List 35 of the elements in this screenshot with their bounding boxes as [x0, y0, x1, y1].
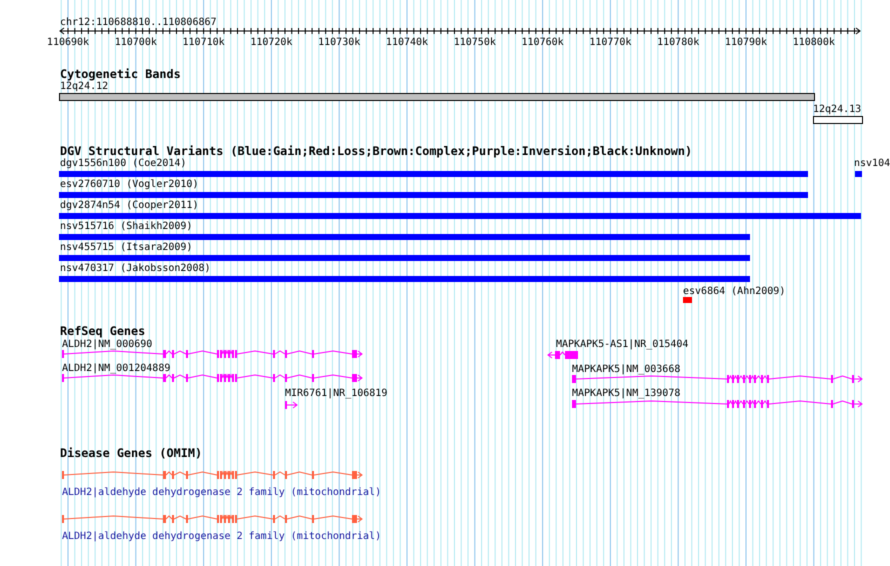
gene-label: MIR6761|NR_106819: [285, 388, 388, 399]
ruler-tick-label: 110740k: [386, 37, 428, 48]
ruler-tick-label: 110750k: [454, 37, 496, 48]
track-title: DGV Structural Variants (Blue:Gain;Red:Loss;Brown:Complex;Purple:Inversion;Black:Unknown): [60, 144, 692, 158]
gene-label: ALDH2|NM_000690: [62, 339, 152, 350]
ruler-tick-label: 110760k: [522, 37, 564, 48]
gene-label: ALDH2|aldehyde dehydrogenase 2 family (mitochondrial): [62, 531, 382, 542]
gene-label: ALDH2|NM_001204889: [62, 363, 170, 374]
variant-label: nsv470317 (Jakobsson2008): [60, 263, 211, 274]
variant-label: nsv515716 (Shaikh2009): [60, 221, 192, 232]
ruler-tick-label: 110690k: [46, 37, 90, 48]
track-title: Disease Genes (OMIM): [60, 446, 202, 460]
band-label: 12q24.12: [60, 81, 108, 92]
gene-label: MAPKAPK5|NM_003668: [572, 364, 680, 375]
ruler-tick-label: 110720k: [250, 37, 292, 48]
gene-label: ALDH2|aldehyde dehydrogenase 2 family (mitochondrial): [62, 487, 382, 498]
ruler-tick-label: 110700k: [114, 37, 157, 48]
variant-label: esv2760710 (Vogler2010): [60, 179, 198, 190]
variant-label: nsv104: [854, 158, 890, 169]
track-title: RefSeq Genes: [60, 324, 146, 338]
gene-label: MAPKAPK5-AS1|NR_015404: [556, 339, 688, 350]
ruler-tick-label: 110780k: [657, 37, 700, 48]
region-label: chr12:110688810..110806867: [60, 17, 217, 28]
variant-label: dgv2874n54 (Cooper2011): [60, 200, 198, 211]
ruler-tick-label: 110730k: [318, 37, 360, 48]
variant-label: esv6864 (Ahn2009): [683, 286, 786, 297]
variant-label: dgv1556n100 (Coe2014): [60, 158, 186, 169]
ruler-tick-label: 110800k: [792, 37, 835, 48]
track-title: Cytogenetic Bands: [60, 67, 181, 81]
gene-label: MAPKAPK5|NM_139078: [572, 388, 680, 399]
variant-label: nsv455715 (Itsara2009): [60, 242, 192, 253]
ruler-tick-label: 110710k: [182, 37, 225, 48]
ruler-tick-label: 110790k: [724, 37, 768, 48]
ruler-tick-label: 110770k: [589, 37, 632, 48]
band-label: 12q24.13: [813, 104, 862, 115]
